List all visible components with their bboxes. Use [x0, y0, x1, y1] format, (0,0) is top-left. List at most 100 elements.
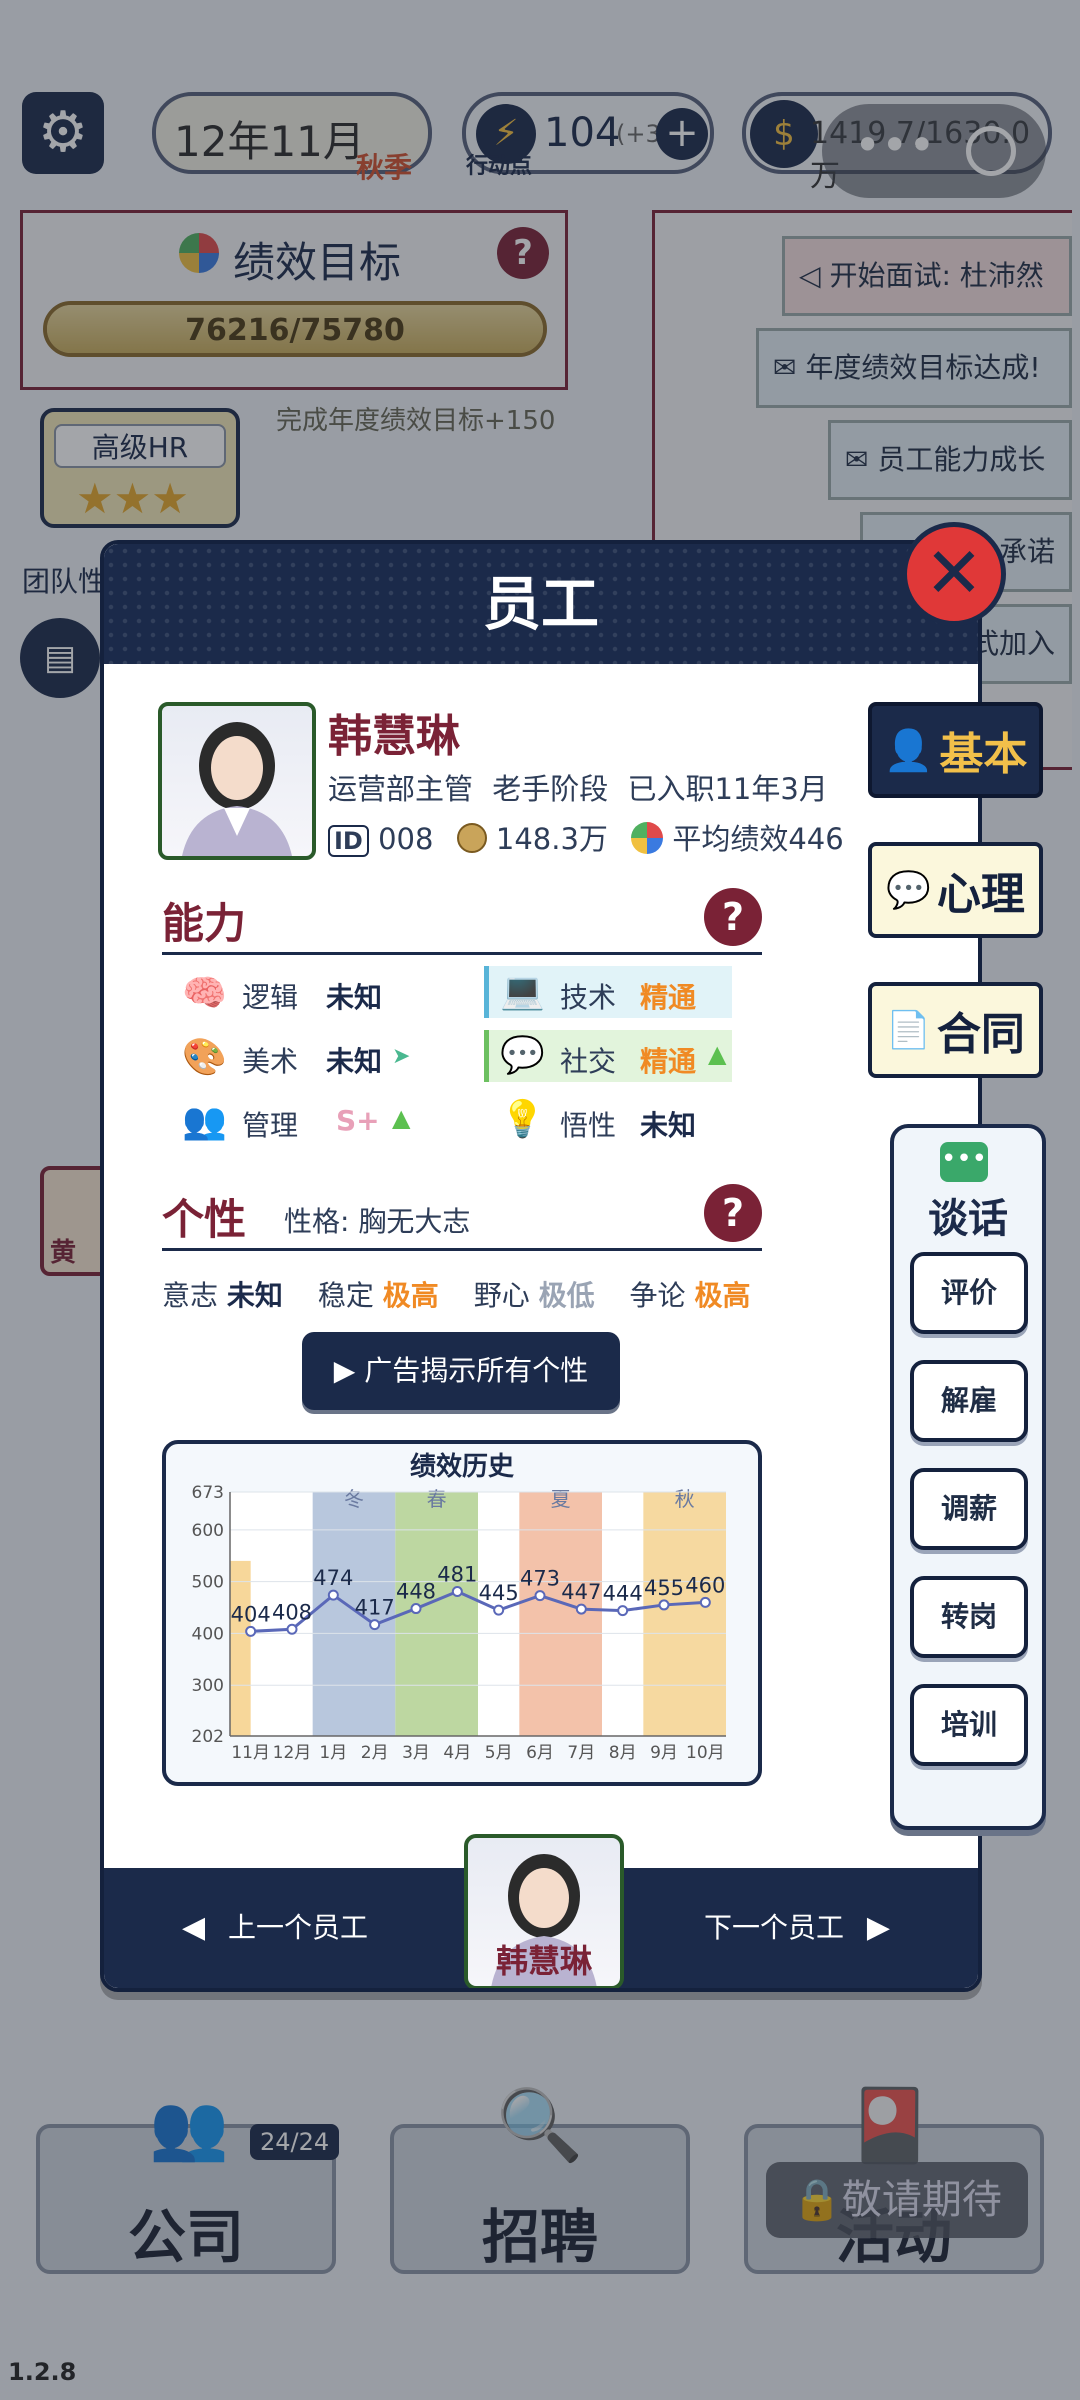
data-label: 481	[437, 1562, 477, 1586]
logic-icon: 🧠	[182, 973, 227, 1014]
x-tick-label: 3月	[402, 1743, 430, 1763]
trait-value: 极高	[694, 1279, 751, 1312]
modal-title: 员工	[482, 570, 599, 638]
close-icon: ✕	[924, 532, 984, 614]
y-tick-label: 300	[192, 1676, 224, 1696]
arrow-left-icon: ◀	[182, 1910, 206, 1945]
ad-reveal-label: 广告揭示所有个性	[364, 1354, 589, 1387]
talk-title: 谈话	[928, 1196, 1008, 1242]
data-label: 404	[231, 1602, 271, 1626]
personality-title: 个性	[162, 1195, 247, 1244]
next-employee-label: 下一个员工	[704, 1911, 845, 1944]
ability-value: 未知	[326, 981, 383, 1014]
tab-contract[interactable]: 📄 合同	[868, 982, 1043, 1078]
x-tick-label: 4月	[443, 1743, 471, 1763]
up-arrow-icon: ▲	[708, 1040, 727, 1068]
data-point	[617, 1605, 629, 1617]
x-tick-label: 11月	[231, 1743, 270, 1763]
performance-chart: 绩效历史 冬 春 夏 秋 202 300 400 500 600 673 11月 12月 1月 2月 3月 4…	[162, 1440, 762, 1786]
employee-stats: ID 008 148.3万 平均绩效446	[328, 816, 844, 858]
data-label: 408	[272, 1600, 312, 1624]
chat-icon: •••	[940, 1142, 988, 1182]
employee-modal: 员工 韩慧琳 运营部主管 老手阶段 已入职11年3月 ID 008 148.3万…	[100, 540, 982, 1992]
trait-label: 野心	[473, 1279, 530, 1312]
trait-value: 极高	[382, 1279, 439, 1312]
personality-help-button[interactable]: ?	[704, 1184, 762, 1242]
data-label: 444	[603, 1582, 643, 1606]
employee-stage: 老手阶段	[492, 772, 609, 806]
training-button[interactable]: 培训	[910, 1684, 1028, 1766]
play-icon: ▶	[333, 1354, 356, 1387]
y-tick-label: 202	[192, 1727, 224, 1747]
data-label: 447	[561, 1580, 601, 1604]
employee-role: 运营部主管	[328, 772, 474, 806]
ability-help-button[interactable]: ?	[704, 888, 762, 946]
season-label: 夏	[551, 1487, 571, 1511]
ability-label: 社交	[560, 1045, 617, 1078]
ability-value: 未知	[326, 1045, 383, 1078]
prev-employee-button[interactable]: ◀ 上一个员工	[182, 1868, 368, 1988]
ability-title: 能力	[162, 899, 247, 948]
person-icon: 👤	[883, 727, 934, 774]
document-icon: 📄	[886, 1010, 931, 1051]
x-tick-label: 6月	[526, 1743, 554, 1763]
ability-value: 精通	[640, 981, 697, 1014]
trait-label: 争论	[629, 1279, 686, 1312]
evaluate-button[interactable]: 评价	[910, 1252, 1028, 1334]
x-tick-label: 7月	[567, 1743, 595, 1763]
data-point	[369, 1619, 381, 1631]
ad-reveal-button[interactable]: ▶ 广告揭示所有个性	[302, 1332, 620, 1410]
close-modal-button[interactable]: ✕	[902, 522, 1006, 626]
season-label: 冬	[344, 1487, 364, 1511]
ability-label: 技术	[560, 981, 617, 1014]
computer-icon: 💻	[500, 971, 545, 1012]
data-point	[658, 1599, 670, 1611]
data-label: 417	[355, 1596, 395, 1620]
tab-psychology[interactable]: 💬 心理	[868, 842, 1043, 938]
ability-label: 逻辑	[242, 981, 299, 1014]
ability-label: 悟性	[560, 1109, 617, 1142]
footer-portrait: 韩慧琳	[464, 1834, 624, 1988]
chart-title: 绩效历史	[409, 1452, 514, 1482]
x-tick-label: 10月	[686, 1743, 725, 1763]
speech-bubble-icon: 💬	[886, 870, 931, 911]
trait-value: 未知	[226, 1279, 283, 1312]
trait-label: 意志	[162, 1279, 219, 1312]
ability-value: 精通	[640, 1045, 697, 1078]
fire-button[interactable]: 解雇	[910, 1360, 1028, 1442]
season-band	[643, 1492, 726, 1736]
ability-divider	[162, 952, 762, 955]
y-tick-label: 500	[192, 1573, 224, 1593]
data-point	[451, 1585, 463, 1597]
traits-row: 意志 未知 稳定 极高 野心 极低 争论 极高	[162, 1274, 762, 1314]
season-label: 秋	[675, 1487, 695, 1511]
management-icon: 👥	[182, 1101, 227, 1142]
data-label: 473	[520, 1567, 560, 1591]
employee-salary: 148.3万	[495, 822, 608, 856]
data-label: 460	[685, 1573, 725, 1597]
prev-employee-label: 上一个员工	[227, 1911, 368, 1944]
ability-value: 未知	[640, 1109, 697, 1142]
next-employee-button[interactable]: 下一个员工 ▶	[704, 1868, 890, 1988]
transfer-button[interactable]: 转岗	[910, 1576, 1028, 1658]
x-tick-label: 2月	[361, 1743, 389, 1763]
x-tick-label: 8月	[609, 1743, 637, 1763]
employee-tenure: 已入职11年3月	[627, 772, 828, 806]
data-point	[493, 1604, 505, 1616]
lightbulb-icon: 💡	[500, 1099, 545, 1140]
tab-basic[interactable]: 👤 基本	[868, 702, 1043, 798]
season-band	[519, 1492, 602, 1736]
season-band	[230, 1560, 251, 1736]
data-label: 474	[313, 1566, 353, 1590]
data-point	[245, 1625, 257, 1637]
y-tick-label: 673	[192, 1483, 224, 1503]
footer-portrait-name: 韩慧琳	[495, 1942, 592, 1980]
x-tick-label: 1月	[319, 1743, 347, 1763]
target-icon	[631, 822, 664, 854]
growth-arrow-icon: ➤	[392, 1044, 411, 1069]
employee-avg-perf: 平均绩效446	[672, 822, 844, 856]
salary-adjust-button[interactable]: 调薪	[910, 1468, 1028, 1550]
ability-label: 美术	[242, 1045, 299, 1078]
data-label: 448	[396, 1580, 436, 1604]
x-tick-label: 5月	[485, 1743, 513, 1763]
